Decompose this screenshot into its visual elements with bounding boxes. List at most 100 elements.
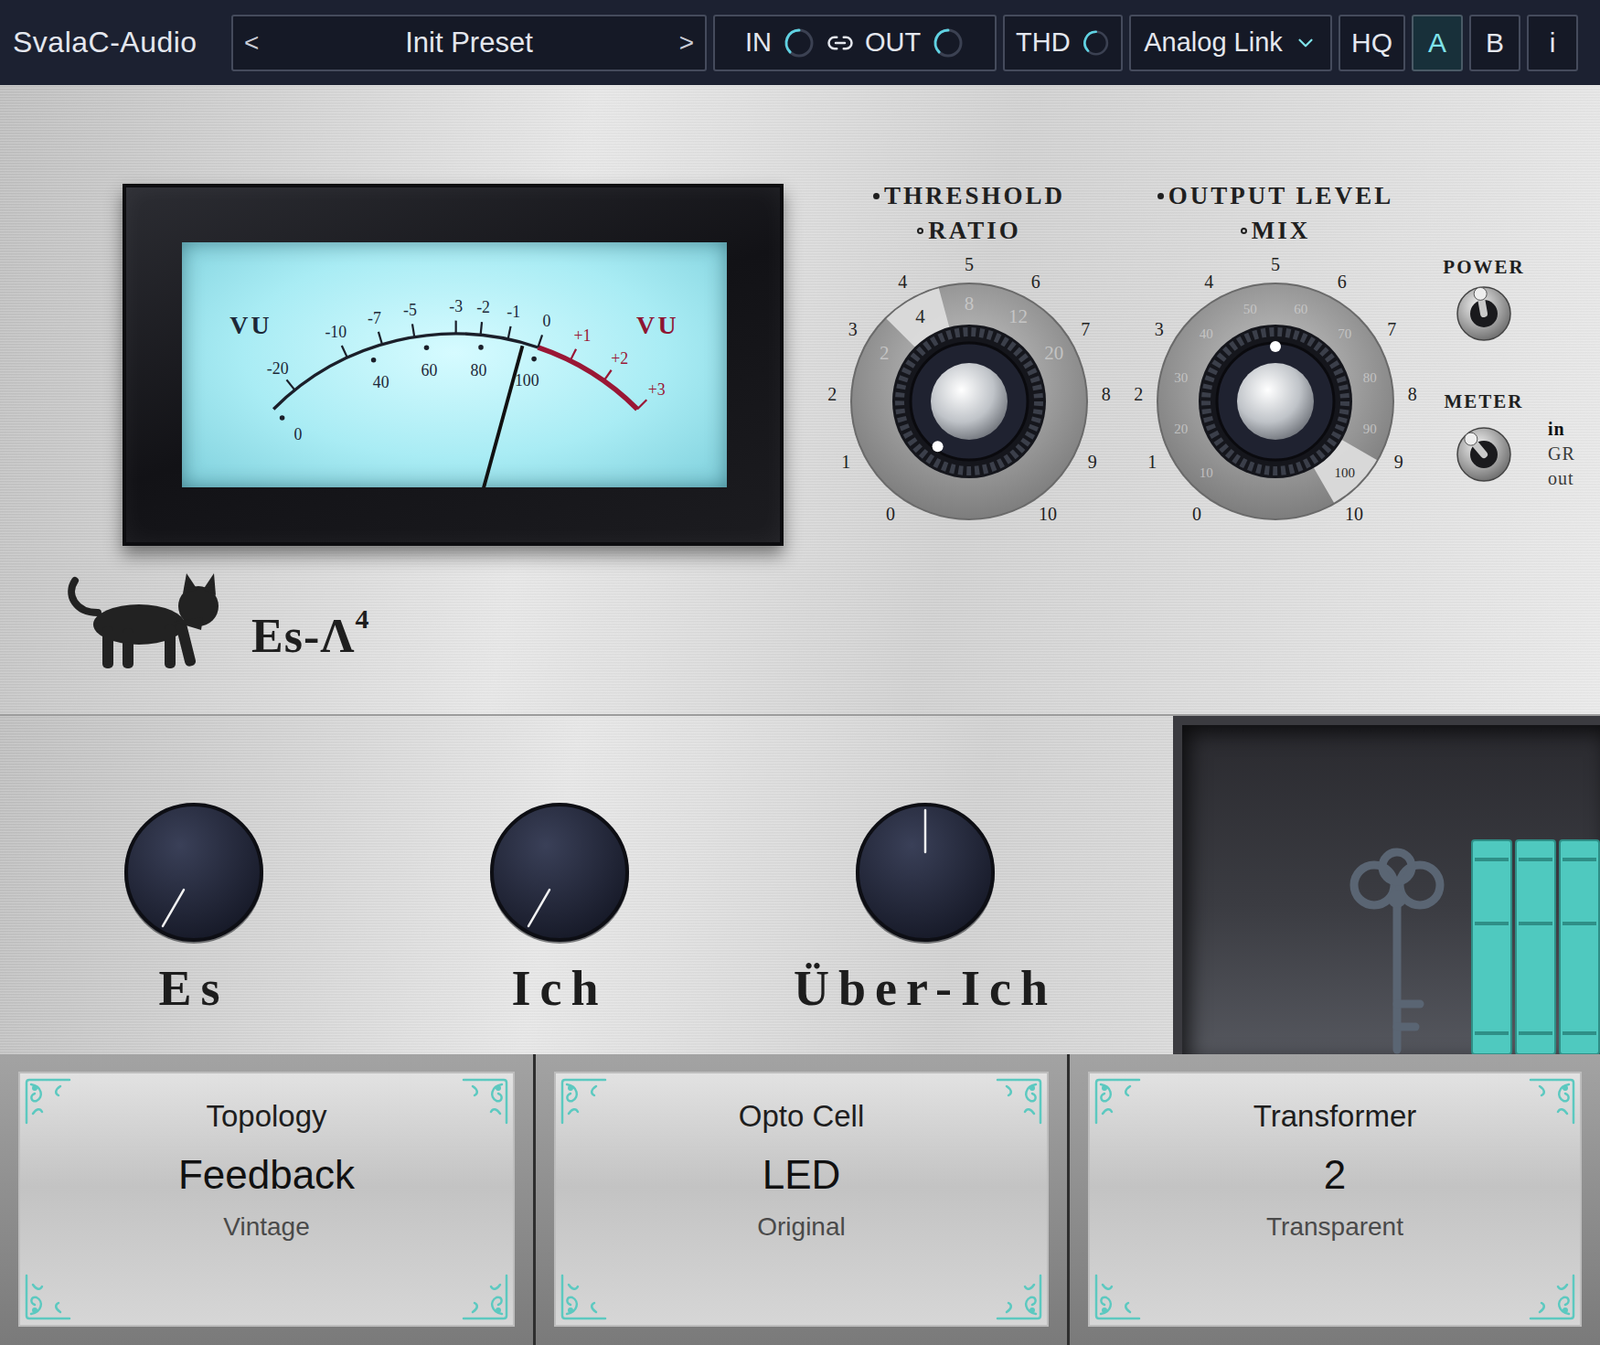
switch: METERinGRout	[1430, 390, 1576, 490]
card-title: Transformer	[1253, 1098, 1417, 1134]
knob[interactable]	[488, 800, 631, 944]
vu-db-mark: -7	[367, 309, 383, 345]
dial[interactable]: 012345678910102030405060708090100	[1124, 250, 1427, 553]
svg-text:0: 0	[293, 425, 302, 444]
dial-inner-number[interactable]: 100	[1333, 465, 1355, 480]
svg-text:+1: +1	[574, 326, 592, 345]
vu-percent-mark: 80	[470, 344, 488, 380]
dial-outer-number: 8	[1101, 384, 1111, 405]
dial-inner-number[interactable]: 50	[1243, 301, 1258, 317]
knob[interactable]	[853, 800, 997, 944]
analog-link-dropdown[interactable]: Analog Link	[1129, 14, 1333, 72]
ornament	[458, 1269, 510, 1322]
inner-dot-icon	[1240, 227, 1248, 235]
out-knob[interactable]	[931, 26, 965, 60]
dial-inner-number[interactable]: 10	[1199, 465, 1214, 480]
vu-face: VUVU-20-10-7-5-3-2-10+1+2+30406080100	[181, 242, 727, 488]
preset-next[interactable]: >	[679, 28, 694, 58]
knob[interactable]	[122, 800, 266, 944]
option-card[interactable]: Opto CellLEDOriginal	[535, 1054, 1067, 1345]
card-value[interactable]: Feedback	[178, 1152, 355, 1198]
dial-inner-number[interactable]: 4	[915, 305, 926, 328]
option-card[interactable]: Topology Feedback Vintage	[0, 1054, 534, 1345]
ornament	[1525, 1269, 1577, 1322]
dial-inner-number[interactable]: 80	[1363, 370, 1377, 385]
svg-text:0: 0	[543, 311, 552, 331]
toggle-switch[interactable]	[1454, 425, 1514, 484]
svg-text:100: 100	[514, 371, 540, 390]
ornament	[23, 1077, 75, 1129]
dial-inner-number[interactable]: 12	[1008, 305, 1028, 328]
toolbar-button[interactable]: B	[1469, 14, 1521, 72]
preset-name[interactable]: Init Preset	[269, 26, 668, 60]
preset-prev[interactable]: <	[244, 28, 259, 58]
svg-text:-20: -20	[266, 359, 289, 378]
vu-left-label: VU	[229, 310, 273, 340]
vu-db-mark: -2	[476, 298, 491, 335]
in-knob[interactable]	[782, 26, 816, 60]
dial-outer-number: 8	[1408, 384, 1418, 405]
dial-outer-number: 9	[1394, 451, 1404, 472]
dial-inner-number[interactable]: 20	[1044, 341, 1064, 364]
vu-percent-mark: 0	[279, 415, 303, 444]
switch: POWER	[1430, 256, 1576, 343]
dial-inner-number[interactable]: 90	[1363, 421, 1377, 437]
vu-meter: VUVU-20-10-7-5-3-2-10+1+2+30406080100	[122, 183, 784, 546]
dial-pointer	[1269, 341, 1281, 352]
dial[interactable]: 0123456789102481220	[818, 250, 1120, 553]
flourish-icon	[458, 1269, 510, 1322]
thd-control: THD	[1002, 14, 1123, 72]
toolbar-button[interactable]: i	[1526, 14, 1579, 72]
dial-outer-number: 2	[827, 384, 837, 405]
toolbar-button[interactable]: HQ	[1338, 14, 1406, 72]
vu-percent-mark: 60	[421, 345, 438, 381]
vu-db-mark: -3	[448, 297, 463, 334]
dial-inner-number[interactable]: 30	[1173, 370, 1188, 385]
in-label: IN	[745, 27, 772, 58]
card-subtitle: Vintage	[223, 1212, 310, 1242]
chevron-down-icon	[1293, 31, 1318, 55]
flourish-icon	[992, 1077, 1044, 1129]
svg-text:-3: -3	[448, 297, 463, 316]
link-icon[interactable]	[826, 29, 854, 57]
logo-text: Es-Λ4	[251, 603, 371, 663]
dial-title: OUTPUT LEVELMIX	[1157, 178, 1394, 248]
toolbar-button[interactable]: A	[1411, 14, 1463, 72]
vu-db-mark: -20	[266, 359, 296, 391]
dial-inner-number[interactable]: 2	[879, 341, 890, 364]
dial-outer-number: 4	[1204, 271, 1214, 292]
switch-option[interactable]: GR	[1547, 443, 1576, 465]
thd-knob[interactable]	[1081, 26, 1110, 60]
switch-option[interactable]: out	[1547, 468, 1576, 490]
dial-inner-number[interactable]: 20	[1173, 421, 1188, 437]
card-value[interactable]: 2	[1323, 1152, 1346, 1198]
dial-outer-number: 0	[1192, 503, 1202, 524]
toggle-switch[interactable]	[1454, 284, 1514, 343]
card-title: Topology	[205, 1098, 327, 1134]
option-card[interactable]: Transformer2Transparent	[1069, 1054, 1600, 1345]
vu-scale: VUVU-20-10-7-5-3-2-10+1+2+30406080100	[181, 242, 727, 488]
character-knob: Über-Ich	[742, 800, 1109, 1055]
dial-inner-number[interactable]: 60	[1293, 301, 1308, 317]
dial-pointer	[932, 440, 944, 452]
dial-outer-number: 6	[1031, 271, 1041, 292]
svg-text:60: 60	[421, 361, 438, 380]
flourish-icon	[559, 1269, 611, 1322]
card-value[interactable]: LED	[762, 1152, 842, 1198]
dial-inner-number[interactable]: 8	[964, 292, 975, 315]
dial-outer-number: 10	[1344, 503, 1364, 524]
svg-text:-5: -5	[403, 300, 417, 320]
out-label: OUT	[864, 27, 921, 58]
switch-label: POWER	[1430, 256, 1537, 279]
dial-inner-number[interactable]: 70	[1337, 326, 1352, 342]
vu-db-mark: -1	[506, 302, 521, 340]
switch-option[interactable]: in	[1547, 418, 1576, 440]
book-icon	[1558, 839, 1600, 1055]
flourish-icon	[23, 1269, 75, 1322]
flourish-icon	[1093, 1269, 1145, 1322]
option-cards: Topology Feedback Vintage Opto CellLEDOrigi…	[0, 1054, 1600, 1345]
dial-outer-number: 7	[1386, 319, 1397, 340]
dial-inner-number[interactable]: 40	[1199, 326, 1214, 342]
dial-outer-number: 5	[964, 254, 974, 275]
preset-selector[interactable]: < Init Preset >	[231, 14, 707, 72]
